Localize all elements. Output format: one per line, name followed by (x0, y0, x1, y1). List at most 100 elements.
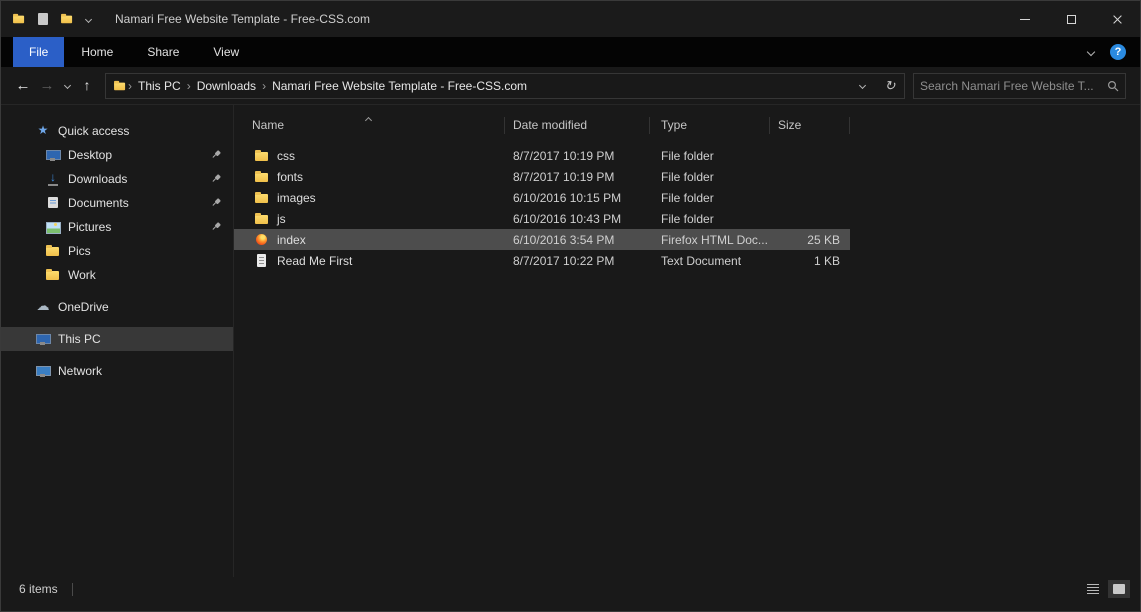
column-headers: Name Date modified Type Size (234, 112, 1140, 138)
table-row-css[interactable]: css 8/7/2017 10:19 PM File folder (234, 145, 850, 166)
forward-button[interactable] (35, 73, 59, 99)
search-input[interactable] (916, 79, 1107, 93)
sidebar-item-desktop[interactable]: Desktop (1, 143, 233, 167)
minimize-button[interactable] (1002, 1, 1048, 37)
sidebar-item-label: Documents (68, 196, 129, 210)
qat-dropdown-icon[interactable] (85, 15, 92, 22)
table-row-js[interactable]: js 6/10/2016 10:43 PM File folder (234, 208, 850, 229)
recent-locations-button[interactable] (59, 73, 75, 99)
expand-ribbon-icon[interactable] (1087, 48, 1095, 56)
window-title: Namari Free Website Template - Free-CSS.… (115, 12, 370, 26)
maximize-button[interactable] (1048, 1, 1094, 37)
close-icon (1112, 14, 1123, 25)
this-pc-icon (35, 331, 51, 347)
column-header-label: Size (778, 118, 801, 132)
sidebar-item-label: This PC (58, 332, 101, 346)
sidebar-item-label: OneDrive (58, 300, 109, 314)
sidebar-item-pictures[interactable]: Pictures (1, 215, 233, 239)
folder-icon (45, 267, 61, 283)
file-name: js (277, 212, 286, 226)
sidebar-item-label: Desktop (68, 148, 112, 162)
sidebar-item-pics[interactable]: Pics (1, 239, 233, 263)
address-bar[interactable]: This PC Downloads Namari Free Website Te… (105, 73, 905, 99)
chevron-down-icon (63, 82, 70, 89)
help-icon[interactable]: ? (1110, 44, 1126, 60)
desktop-icon (45, 147, 61, 163)
navigation-bar: This PC Downloads Namari Free Website Te… (1, 67, 1140, 105)
large-icons-view-icon (1113, 584, 1125, 594)
file-type: File folder (650, 149, 770, 163)
close-button[interactable] (1094, 1, 1140, 37)
forward-icon (40, 77, 55, 94)
tab-view[interactable]: View (196, 37, 256, 67)
file-type: Firefox HTML Doc... (650, 233, 770, 247)
breadcrumb-item-this-pc[interactable]: This PC (132, 74, 187, 98)
back-button[interactable] (11, 73, 35, 99)
tab-home[interactable]: Home (64, 37, 130, 67)
file-type: Text Document (650, 254, 770, 268)
table-row-read-me-first[interactable]: Read Me First 8/7/2017 10:22 PM Text Doc… (234, 250, 850, 271)
file-name: css (277, 149, 295, 163)
address-dropdown-button[interactable] (848, 74, 876, 98)
breadcrumb-item-downloads[interactable]: Downloads (191, 74, 262, 98)
breadcrumb-item-current-folder[interactable]: Namari Free Website Template - Free-CSS.… (266, 74, 533, 98)
column-header-name[interactable]: Name (234, 117, 505, 134)
status-separator (72, 583, 73, 596)
tab-share[interactable]: Share (130, 37, 196, 67)
refresh-button[interactable] (876, 74, 904, 98)
column-header-label: Date modified (513, 118, 587, 132)
details-view-icon (1087, 584, 1099, 594)
explorer-content: Quick access Desktop Downloads Documents… (1, 105, 1140, 577)
sidebar-item-label: Downloads (68, 172, 127, 186)
quick-access-star-icon (35, 123, 51, 139)
up-icon (84, 77, 91, 94)
titlebar: Namari Free Website Template - Free-CSS.… (1, 1, 1140, 37)
file-date: 8/7/2017 10:19 PM (505, 149, 650, 163)
folder-icon (254, 190, 270, 206)
file-name: fonts (277, 170, 303, 184)
sidebar-item-label: Pictures (68, 220, 111, 234)
file-name: index (277, 233, 306, 247)
file-list-pane: Name Date modified Type Size css 8/7/201… (234, 105, 1140, 577)
qat-new-folder-icon[interactable] (60, 12, 74, 26)
sidebar-item-label: Network (58, 364, 102, 378)
sidebar-item-this-pc[interactable]: This PC (1, 327, 233, 351)
up-button[interactable] (75, 73, 99, 99)
pin-icon (209, 172, 223, 186)
table-row-fonts[interactable]: fonts 8/7/2017 10:19 PM File folder (234, 166, 850, 187)
column-header-label: Type (661, 118, 687, 132)
sidebar-item-label: Quick access (58, 124, 129, 138)
column-header-type[interactable]: Type (650, 117, 770, 134)
column-header-date-modified[interactable]: Date modified (505, 117, 650, 134)
file-date: 6/10/2016 10:43 PM (505, 212, 650, 226)
sidebar-item-network[interactable]: Network (1, 359, 233, 383)
file-type: File folder (650, 170, 770, 184)
table-row-images[interactable]: images 6/10/2016 10:15 PM File folder (234, 187, 850, 208)
pin-icon (209, 196, 223, 210)
sidebar-item-downloads[interactable]: Downloads (1, 167, 233, 191)
sidebar-item-documents[interactable]: Documents (1, 191, 233, 215)
details-view-button[interactable] (1082, 580, 1104, 598)
file-name: Read Me First (277, 254, 352, 268)
search-icon[interactable] (1107, 80, 1119, 92)
column-header-size[interactable]: Size (770, 117, 850, 134)
explorer-window: Namari Free Website Template - Free-CSS.… (0, 0, 1141, 612)
sidebar-item-quick-access[interactable]: Quick access (1, 119, 233, 143)
firefox-html-icon (254, 232, 270, 248)
pictures-icon (45, 219, 61, 235)
large-icons-view-button[interactable] (1108, 580, 1130, 598)
sidebar-item-work[interactable]: Work (1, 263, 233, 287)
pin-icon (209, 148, 223, 162)
file-type: File folder (650, 191, 770, 205)
table-row-index[interactable]: index 6/10/2016 3:54 PM Firefox HTML Doc… (234, 229, 850, 250)
documents-icon (45, 195, 61, 211)
status-bar: 6 items (1, 577, 1140, 611)
folder-icon (45, 243, 61, 259)
tab-file[interactable]: File (13, 37, 64, 67)
sidebar-item-onedrive[interactable]: OneDrive (1, 295, 233, 319)
chevron-down-icon (858, 82, 865, 89)
navigation-pane: Quick access Desktop Downloads Documents… (1, 105, 234, 577)
qat-properties-icon[interactable] (38, 13, 48, 25)
explorer-icon (12, 12, 26, 26)
quick-access-toolbar (1, 11, 91, 27)
